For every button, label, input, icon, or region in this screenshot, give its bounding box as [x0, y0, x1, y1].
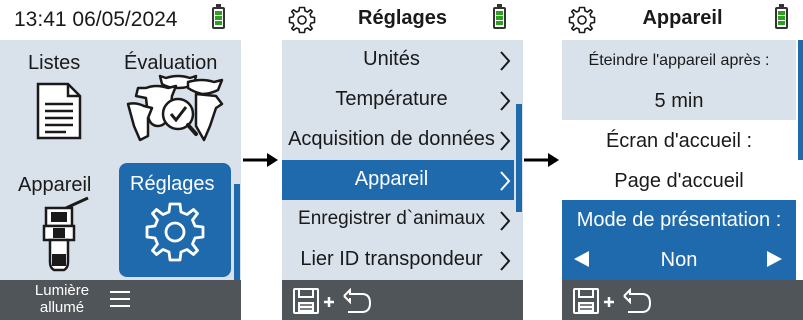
home-screen-setting[interactable]: Écran d'accueil : Page d'accueil	[562, 120, 796, 200]
menu-item-label: Enregistrer d`animaux	[298, 208, 485, 229]
plus-icon	[604, 297, 614, 307]
handheld-device-icon	[42, 196, 89, 272]
document-list-icon	[36, 82, 82, 140]
demo-mode-value: Non	[660, 249, 698, 271]
main-menu-grid: Listes Évaluation Appareil Réglages	[0, 40, 241, 280]
bottom-bar	[562, 280, 803, 320]
return-arrow-icon	[623, 287, 652, 313]
scrollbar[interactable]	[798, 40, 803, 160]
device-settings-list: Éteindre l'appareil après : 5 min Écran …	[562, 40, 803, 280]
device-settings-screen: Appareil Éteindre l'appareil après : 5 m…	[562, 0, 803, 320]
menu-item-unites[interactable]: Unités	[282, 40, 514, 80]
flow-arrow-icon	[243, 153, 278, 167]
settings-screen: Réglages Unités Température Acquisition …	[282, 0, 523, 320]
bottom-bar: Lumière allumé	[0, 280, 241, 320]
chevron-right-icon	[500, 91, 511, 111]
save-icon	[573, 288, 599, 314]
demo-mode-setting[interactable]: Mode de présentation : Non	[562, 200, 796, 280]
plus-icon	[324, 297, 334, 307]
tile-label: Réglages	[130, 173, 215, 195]
scrollbar[interactable]	[516, 104, 522, 212]
home-screen-label: Écran d'accueil :	[605, 130, 753, 152]
status-bar: 13:41 06/05/2024	[0, 0, 241, 40]
main-menu-screen: 13:41 06/05/2024 Listes Évaluation Appar…	[0, 0, 241, 320]
chevron-right-icon	[500, 171, 511, 191]
tile-listes[interactable]: Listes	[0, 40, 118, 160]
tile-evaluation[interactable]: Évaluation	[118, 40, 234, 160]
tile-appareil[interactable]: Appareil	[0, 160, 118, 280]
clock-datetime: 13:41 06/05/2024	[14, 8, 178, 31]
livestock-check-icon	[126, 74, 224, 142]
power-off-setting[interactable]: Éteindre l'appareil après : 5 min	[562, 40, 796, 120]
menu-item-temperature[interactable]: Température	[282, 80, 514, 120]
menu-item-acquisition[interactable]: Acquisition de données	[282, 120, 514, 160]
battery-icon	[775, 4, 788, 29]
home-screen-value: Page d'accueil	[614, 170, 744, 192]
battery-icon	[493, 4, 506, 29]
menu-item-lier-id[interactable]: Lier ID transpondeur	[282, 240, 514, 280]
bottom-bar	[282, 280, 523, 320]
hamburger-menu-icon[interactable]	[110, 291, 130, 308]
save-and-return-icon[interactable]	[572, 286, 654, 316]
gear-icon	[568, 6, 596, 34]
menu-item-label: Acquisition de données	[288, 128, 495, 150]
tile-reglages[interactable]: Réglages	[119, 163, 231, 277]
flow-arrow-icon	[524, 153, 559, 167]
save-and-return-icon[interactable]	[292, 286, 374, 316]
power-off-label: Éteindre l'appareil après :	[588, 52, 770, 69]
menu-item-enregistrer[interactable]: Enregistrer d`animaux	[282, 200, 514, 240]
menu-item-appareil[interactable]: Appareil	[282, 160, 514, 200]
chevron-right-icon	[500, 251, 511, 271]
menu-item-label: Lier ID transpondeur	[300, 248, 483, 270]
gear-icon	[145, 202, 205, 262]
status-bar: Réglages	[282, 0, 523, 40]
tile-label: Appareil	[18, 174, 92, 196]
arrow-right-icon[interactable]	[766, 251, 782, 267]
chevron-right-icon	[500, 51, 511, 71]
power-off-value: 5 min	[654, 90, 704, 112]
battery-icon	[212, 4, 225, 29]
save-icon	[293, 288, 319, 314]
chevron-right-icon	[500, 131, 511, 151]
return-arrow-icon	[343, 287, 372, 313]
scrollbar[interactable]	[234, 184, 240, 280]
settings-list: Unités Température Acquisition de donnée…	[282, 40, 523, 280]
tile-label: Listes	[28, 52, 81, 74]
menu-item-label: Appareil	[354, 168, 429, 190]
menu-item-label: Température	[335, 88, 448, 110]
page-title: Appareil	[642, 7, 723, 29]
demo-mode-label: Mode de présentation :	[576, 209, 782, 231]
light-toggle-label[interactable]: Lumière allumé	[22, 282, 102, 316]
chevron-right-icon	[500, 211, 511, 231]
status-bar: Appareil	[562, 0, 803, 40]
tile-label: Évaluation	[124, 52, 218, 74]
menu-item-label: Unités	[363, 48, 420, 70]
gear-icon	[288, 6, 316, 34]
page-title: Réglages	[358, 7, 447, 29]
